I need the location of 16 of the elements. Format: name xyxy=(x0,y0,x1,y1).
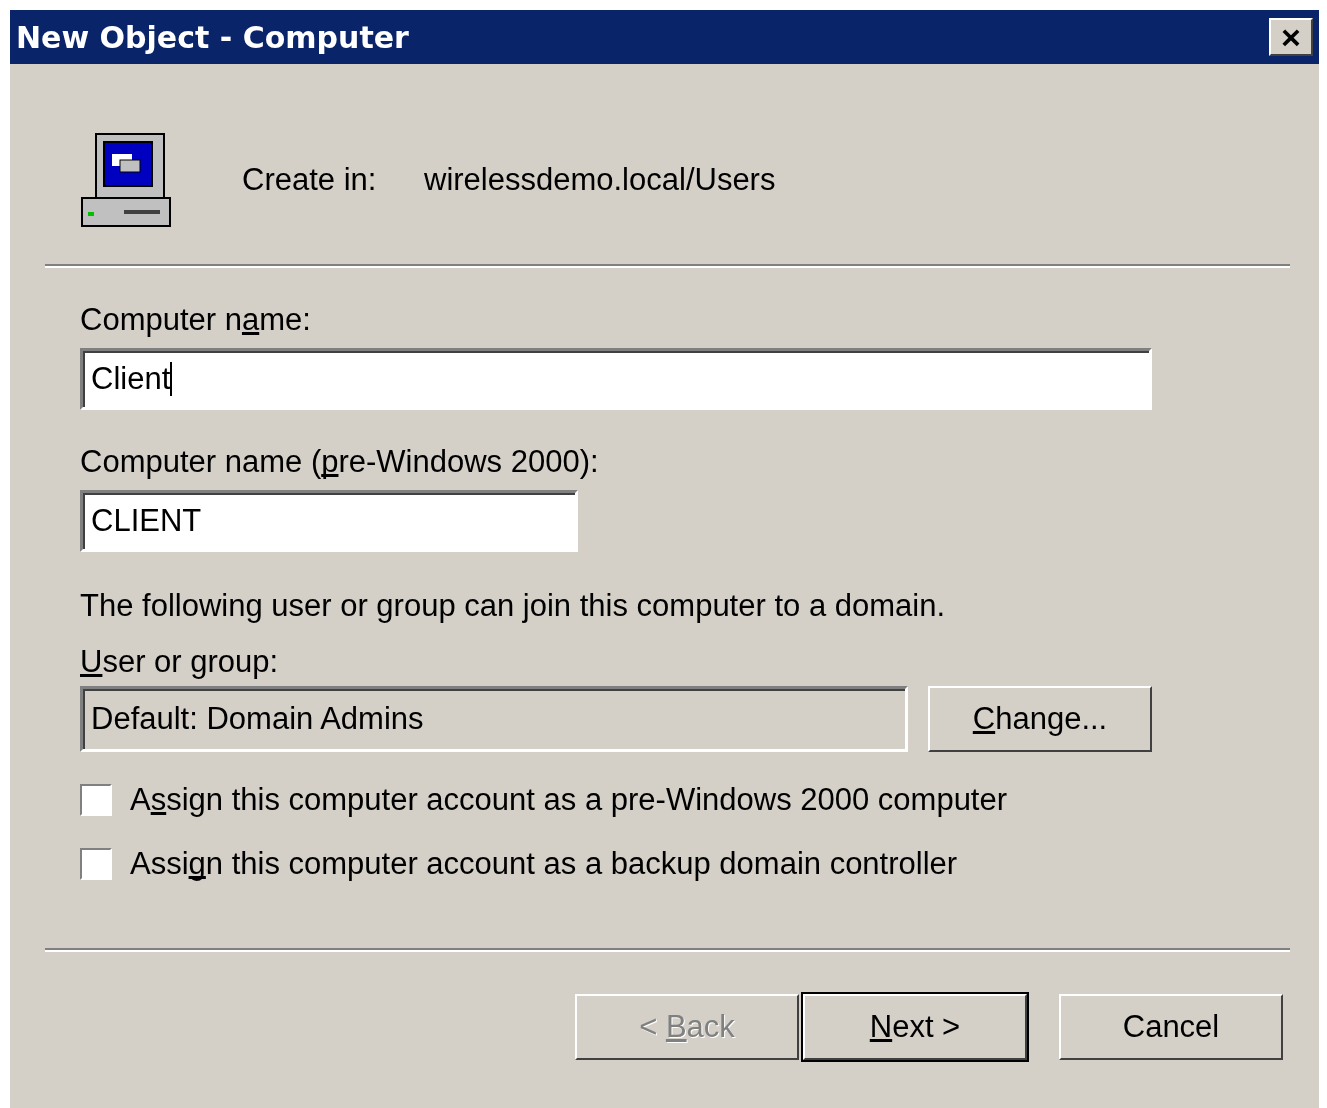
field-label: User or group: xyxy=(80,644,280,680)
dialog-button[interactable]: Cancel xyxy=(1059,994,1283,1060)
checkbox-label: Assign this computer account as a backup domain controller xyxy=(130,846,958,882)
create-in-label: Create in: xyxy=(242,162,378,198)
pre2000-name-field[interactable]: CLIENT xyxy=(80,490,578,552)
close-button[interactable]: × xyxy=(1269,18,1313,56)
dialog-button[interactable]: Next > xyxy=(803,994,1027,1060)
create-in-path: wirelessdemo.local/Users xyxy=(424,162,776,198)
field-label: Computer name: xyxy=(80,302,312,338)
checkbox-label: Assign this computer account as a pre-Windows 2000 computer xyxy=(130,782,1008,818)
checkbox[interactable] xyxy=(80,784,112,816)
join-note: The following user or group can join this computer to a domain. xyxy=(80,588,947,624)
checkbox[interactable] xyxy=(80,848,112,880)
window-title: New Object - Computer xyxy=(16,19,409,55)
computer-name-field[interactable]: Client xyxy=(80,348,1152,410)
field-label: Computer name (pre-Windows 2000): xyxy=(80,444,600,480)
